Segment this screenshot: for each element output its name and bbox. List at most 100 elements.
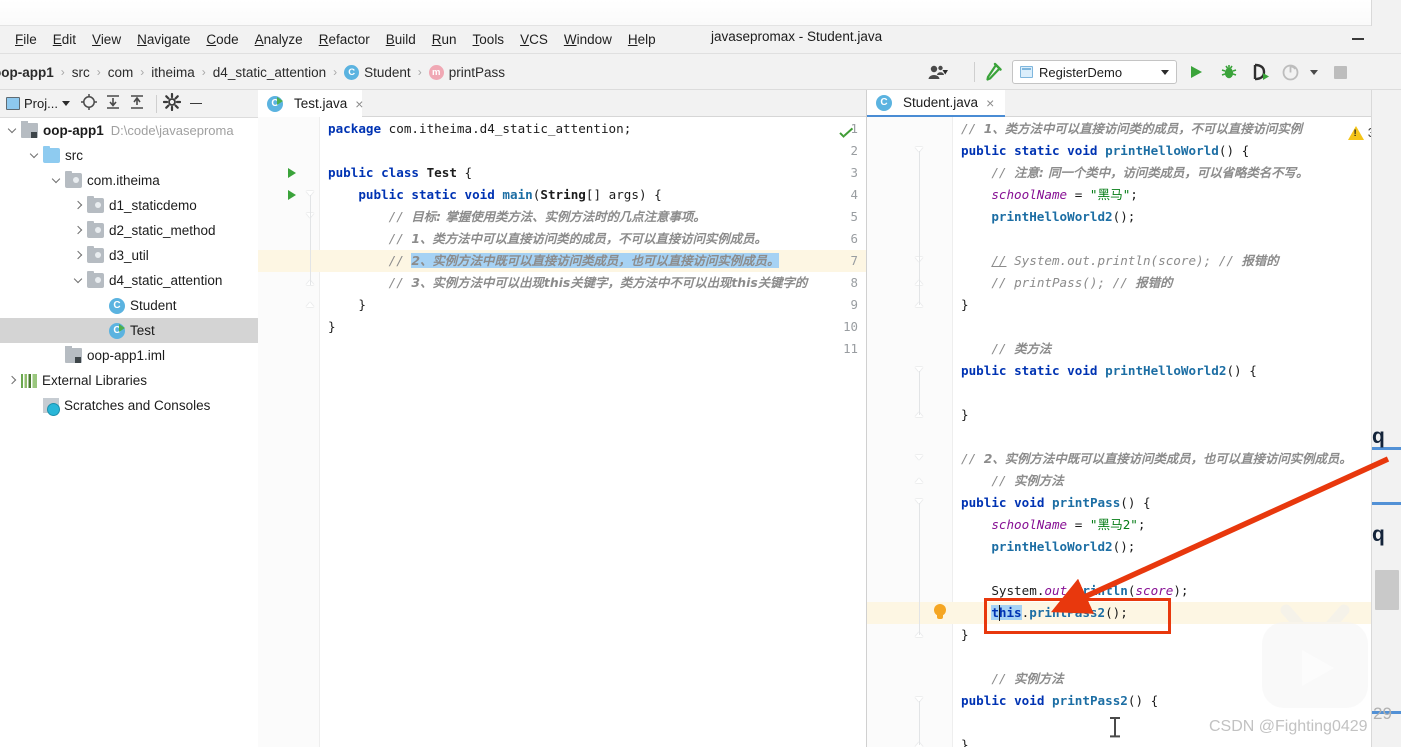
collapse-all-icon[interactable]: [128, 93, 150, 115]
scrollbar-thumb[interactable]: [1375, 570, 1399, 610]
menu-item-view[interactable]: View: [84, 30, 129, 49]
user-settings-icon[interactable]: [928, 54, 948, 90]
locate-icon[interactable]: [80, 93, 102, 115]
menu-item-run[interactable]: Run: [424, 30, 465, 49]
project-tool-window-title[interactable]: Proj...: [6, 96, 70, 111]
code-line[interactable]: // 2、实例方法中既可以直接访问类成员，也可以直接访问实例成员。: [389, 250, 780, 272]
tree-item-com-itheima[interactable]: com.itheima: [0, 168, 258, 193]
code-line[interactable]: }: [328, 316, 336, 338]
chevron-down-icon[interactable]: [28, 149, 41, 162]
breadcrumb-item-com[interactable]: com: [103, 65, 139, 80]
menu-item-help[interactable]: Help: [620, 30, 664, 49]
code-line[interactable]: public static void printHelloWorld() {: [961, 140, 1249, 162]
code-line[interactable]: public void printPass() {: [961, 492, 1151, 514]
breadcrumb-item-src[interactable]: src: [67, 65, 95, 80]
chevron-right-icon[interactable]: [72, 224, 85, 237]
project-tree[interactable]: oop-app1 D:\code\javaseproma src com.itheim…: [0, 118, 258, 747]
code-line[interactable]: // 3、实例方法中可以出现this关键字，类方法中不可以出现this关键字的: [389, 272, 808, 294]
tree-item-d2-static-method[interactable]: d2_static_method: [0, 218, 258, 243]
code-line[interactable]: // 1、类方法中可以直接访问类的成员，不可以直接访问实例: [961, 118, 1302, 140]
breadcrumb-item-itheima[interactable]: itheima: [146, 65, 200, 80]
profile-icon[interactable]: [1282, 54, 1299, 90]
code-line[interactable]: // 目标: 掌握使用类方法、实例方法时的几点注意事项。: [389, 206, 706, 228]
fold-marker-icon[interactable]: [914, 448, 925, 470]
run-gutter-icon[interactable]: [288, 168, 296, 178]
breadcrumb-item-d4-static-attention[interactable]: d4_static_attention: [208, 65, 331, 80]
code-line[interactable]: this.printPass2();: [991, 602, 1128, 624]
menu-item-tools[interactable]: Tools: [465, 30, 513, 49]
code-line[interactable]: public static void printHelloWorld2() {: [961, 360, 1257, 382]
tree-item-d1-staticdemo[interactable]: d1_staticdemo: [0, 193, 258, 218]
run-configuration-selector[interactable]: RegisterDemo: [1012, 60, 1177, 84]
code-line[interactable]: public void printPass2() {: [961, 690, 1158, 712]
chevron-down-icon[interactable]: [50, 174, 63, 187]
tree-item-oop-app1[interactable]: oop-app1 D:\code\javaseproma: [0, 118, 258, 143]
code-line[interactable]: // System.out.println(score); // 报错的: [991, 250, 1278, 272]
menu-item-refactor[interactable]: Refactor: [311, 30, 378, 49]
stop-icon[interactable]: [1334, 54, 1347, 90]
fold-marker-icon[interactable]: [305, 294, 316, 316]
fold-marker-icon[interactable]: [914, 470, 925, 492]
close-icon[interactable]: ×: [986, 95, 994, 111]
code-line[interactable]: printHelloWorld2();: [991, 206, 1135, 228]
menu-item-window[interactable]: Window: [556, 30, 620, 49]
profile-dropdown-icon[interactable]: [1310, 54, 1318, 90]
run-with-coverage-icon[interactable]: [1252, 54, 1270, 90]
hide-tool-window-icon[interactable]: [187, 93, 209, 115]
code-line[interactable]: // 实例方法: [991, 470, 1063, 492]
minimize-button[interactable]: [1341, 26, 1375, 54]
intention-bulb-icon[interactable]: [933, 604, 947, 622]
code-area-student[interactable]: 3 7// 1、类方法中可以直接访问类的成员，不可以直接访问实例8public …: [867, 117, 1401, 747]
code-line[interactable]: }: [961, 624, 969, 646]
run-gutter-icon[interactable]: [288, 190, 296, 200]
code-line[interactable]: // 1、类方法中可以直接访问类的成员，不可以直接访问实例成员。: [389, 228, 767, 250]
code-line[interactable]: System.out.println(score);: [991, 580, 1188, 602]
code-line[interactable]: // 注意: 同一个类中，访问类成员，可以省略类名不写。: [991, 162, 1308, 184]
tree-item-d3-util[interactable]: d3_util: [0, 243, 258, 268]
chevron-down-icon[interactable]: [72, 274, 85, 287]
menu-item-vcs[interactable]: VCS: [512, 30, 556, 49]
code-line[interactable]: // 类方法: [991, 338, 1051, 360]
menu-item-file[interactable]: File: [7, 30, 45, 49]
menu-item-code[interactable]: Code: [198, 30, 246, 49]
chevron-right-icon[interactable]: [72, 249, 85, 262]
breadcrumb-item-oop-app1[interactable]: oop-app1: [0, 65, 59, 80]
tree-item-d4-static-attention[interactable]: d4_static_attention: [0, 268, 258, 293]
breadcrumb-item-printpass[interactable]: m printPass: [424, 64, 510, 80]
tab-test-java[interactable]: C Test.java ×: [258, 90, 363, 117]
tree-item-scratches-and-consoles[interactable]: Scratches and Consoles: [0, 393, 258, 418]
breadcrumb-item-student[interactable]: C Student: [339, 64, 416, 80]
code-line[interactable]: printHelloWorld2();: [991, 536, 1135, 558]
code-line[interactable]: // 实例方法: [991, 668, 1063, 690]
chevron-down-icon[interactable]: [6, 124, 19, 137]
menu-item-analyze[interactable]: Analyze: [247, 30, 311, 49]
chevron-right-icon[interactable]: [72, 199, 85, 212]
close-icon[interactable]: ×: [355, 96, 363, 112]
code-line[interactable]: package com.itheima.d4_static_attention;: [328, 118, 631, 140]
tree-item-test[interactable]: C Test: [0, 318, 258, 343]
tree-item-external-libraries[interactable]: External Libraries: [0, 368, 258, 393]
menu-item-navigate[interactable]: Navigate: [129, 30, 198, 49]
run-icon[interactable]: [1188, 54, 1204, 90]
code-line[interactable]: }: [961, 734, 969, 747]
tab-student-java[interactable]: C Student.java ×: [867, 90, 1005, 117]
code-line[interactable]: public class Test {: [328, 162, 472, 184]
code-area-test[interactable]: 1 package com.itheima.d4_static_attention…: [258, 117, 866, 747]
chevron-right-icon[interactable]: [6, 374, 19, 387]
debug-icon[interactable]: [1220, 54, 1238, 90]
code-line[interactable]: // 2、实例方法中既可以直接访问类成员，也可以直接访问实例成员。: [961, 448, 1352, 470]
gutter-right[interactable]: [867, 117, 953, 747]
code-line[interactable]: // printPass(); // 报错的: [991, 272, 1172, 294]
tree-item-student[interactable]: C Student: [0, 293, 258, 318]
tree-item-oop-app1-iml[interactable]: oop-app1.iml: [0, 343, 258, 368]
code-line[interactable]: schoolName = "黑马";: [991, 184, 1138, 206]
code-line[interactable]: public static void main(String[] args) {: [358, 184, 661, 206]
build-hammer-icon[interactable]: [982, 54, 1002, 90]
code-line[interactable]: schoolName = "黑马2";: [991, 514, 1145, 536]
tree-item-src[interactable]: src: [0, 143, 258, 168]
menu-item-edit[interactable]: Edit: [45, 30, 84, 49]
menu-item-build[interactable]: Build: [378, 30, 424, 49]
code-line[interactable]: }: [961, 404, 969, 426]
scroll-marker-strip[interactable]: q q 29: [1371, 90, 1401, 747]
code-line[interactable]: }: [961, 294, 969, 316]
